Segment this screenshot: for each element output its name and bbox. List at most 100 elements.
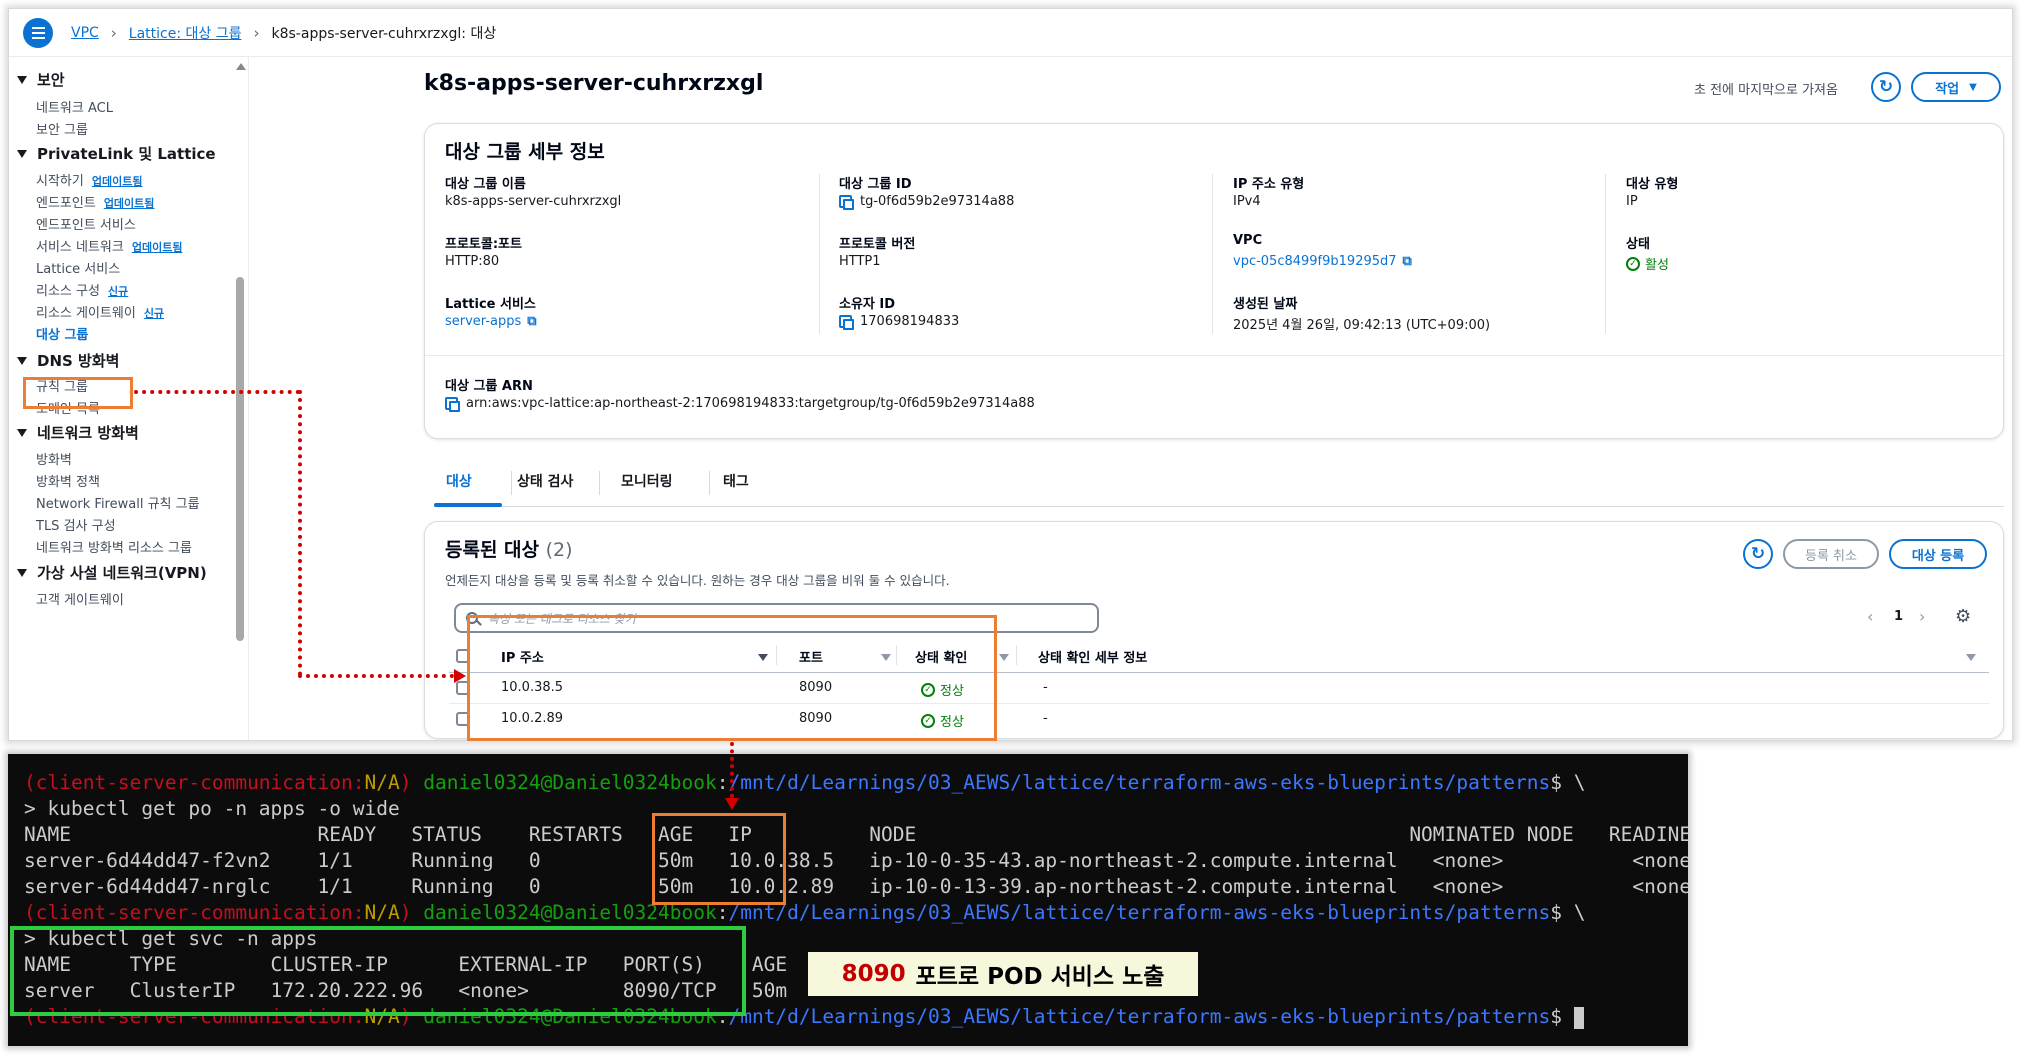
divider (819, 174, 820, 334)
vpc-link[interactable]: vpc-05c8499f9b19295d7 ⧉ (1233, 254, 1412, 269)
copy-icon[interactable] (839, 195, 854, 210)
connector-arrow (454, 669, 466, 683)
protocol-version-value: HTTP1 (839, 254, 881, 269)
sidebar-item-network-acl[interactable]: 네트워크 ACL (36, 97, 113, 116)
active-tab-indicator (434, 503, 502, 507)
sidebar-item-customer-gateways[interactable]: 고객 게이트웨이 (36, 589, 124, 608)
updated-badge: 업데이트됨 (131, 241, 183, 254)
highlight-service (10, 926, 746, 1016)
created-label: 생성된 날짜 (1233, 297, 1298, 312)
arn-label: 대상 그룹 ARN (445, 379, 533, 394)
tg-name-label: 대상 그룹 이름 (445, 177, 526, 192)
divider (425, 355, 2003, 356)
sidebar-item-resource-gateways[interactable]: 리소스 게이트웨이 신규 (36, 302, 164, 321)
sidebar-item-firewall-policies[interactable]: 방화벽 정책 (36, 471, 100, 490)
divider (1212, 174, 1213, 334)
protocol-version-label: 프로토콜 버전 (839, 237, 916, 252)
new-badge: 신규 (107, 285, 129, 298)
page-title: k8s-apps-server-cuhrxrzxgl (424, 71, 764, 96)
sidebar-item-nfw-rule-groups[interactable]: Network Firewall 규칙 그룹 (36, 493, 200, 512)
external-link-icon: ⧉ (1402, 254, 1412, 269)
sidebar-item-endpoint-services[interactable]: 엔드포인트 서비스 (36, 214, 136, 233)
divider (599, 471, 600, 495)
sidebar-item-security-groups[interactable]: 보안 그룹 (36, 119, 88, 138)
registered-targets-description: 언제든지 대상을 등록 및 등록 취소할 수 있습니다. 원하는 경우 대상 그… (445, 573, 950, 588)
aws-console-window: VPC › Lattice: 대상 그룹 › k8s-apps-server-c… (8, 8, 2013, 741)
divider (511, 471, 512, 495)
tab-targets[interactable]: 대상 (446, 471, 472, 491)
tab-health-checks[interactable]: 상태 검사 (517, 471, 573, 491)
registered-targets-title: 등록된 대상 (2) (445, 539, 573, 561)
target-type-label: 대상 유형 (1626, 177, 1679, 192)
terminal-output: server-6d44dd47-nrglc 1/1 Running 0 50m … (24, 875, 1688, 898)
protocol-port-value: HTTP:80 (445, 254, 500, 269)
details-title: 대상 그룹 세부 정보 (445, 141, 605, 163)
status-value: ✓ 활성 (1626, 254, 1669, 273)
next-page-icon[interactable]: › (1919, 607, 1925, 626)
sidebar-item-target-groups[interactable]: 대상 그룹 (36, 324, 88, 343)
breadcrumb-current: k8s-apps-server-cuhrxrzxgl: 대상 (271, 25, 497, 42)
sidebar-item-tls-inspection[interactable]: TLS 검사 구성 (36, 515, 116, 534)
external-link-icon: ⧉ (527, 314, 537, 329)
chevron-right-icon: › (253, 23, 260, 42)
sidebar-section-vpn[interactable]: 가상 사설 네트워크(VPN) (17, 562, 207, 583)
hamburger-menu-icon[interactable] (23, 17, 53, 48)
vpc-label: VPC (1233, 233, 1263, 248)
terminal-command: > kubectl get po -n apps -o wide (24, 797, 400, 820)
connector-line (298, 390, 302, 676)
lattice-service-link[interactable]: server-apps ⧉ (445, 314, 537, 329)
highlight-target-groups (23, 377, 133, 409)
arn-value: arn:aws:vpc-lattice:ap-northeast-2:17069… (445, 396, 1035, 412)
breadcrumb-vpc[interactable]: VPC (71, 25, 99, 41)
divider (709, 471, 710, 495)
deregister-button[interactable]: 등록 취소 (1783, 539, 1879, 569)
breadcrumb: VPC › Lattice: 대상 그룹 › k8s-apps-server-c… (9, 9, 2012, 57)
owner-id-value: 170698194833 (839, 314, 959, 330)
updated-badge: 업데이트됨 (103, 197, 155, 210)
sidebar-item-resource-configurations[interactable]: 리소스 구성 신규 (36, 280, 128, 299)
copy-icon[interactable] (839, 315, 854, 330)
sort-down-icon[interactable] (999, 654, 1009, 661)
sidebar-item-nfw-resource-groups[interactable]: 네트워크 방화벽 리소스 그룹 (36, 537, 192, 556)
sidebar-item-endpoints[interactable]: 엔드포인트 업데이트됨 (36, 192, 154, 211)
register-targets-button[interactable]: 대상 등록 (1889, 539, 1987, 569)
sidebar-item-firewalls[interactable]: 방화벽 (36, 449, 72, 468)
tab-monitoring[interactable]: 모니터링 (621, 471, 673, 491)
highlight-pod-ips (652, 813, 786, 905)
sidebar-section-network-firewall[interactable]: 네트워크 방화벽 (17, 422, 139, 443)
refresh-icon[interactable]: ↻ (1871, 72, 1901, 102)
tg-id-label: 대상 그룹 ID (839, 177, 912, 192)
previous-page-icon[interactable]: ‹ (1867, 607, 1873, 626)
sidebar-item-getting-started[interactable]: 시작하기 업데이트됨 (36, 170, 142, 189)
ip-type-label: IP 주소 유형 (1233, 177, 1305, 192)
target-group-details-card (424, 123, 2004, 439)
refresh-icon[interactable]: ↻ (1743, 539, 1773, 569)
terminal-cursor (1573, 1006, 1584, 1029)
owner-id-label: 소유자 ID (839, 297, 896, 312)
column-health-details[interactable]: 상태 확인 세부 정보 (1038, 647, 1147, 666)
copy-icon[interactable] (445, 397, 460, 412)
actions-button[interactable]: 작업 ▼ (1911, 72, 2001, 102)
connector-arrow (725, 798, 739, 810)
sidebar-section-security[interactable]: 보안 (17, 69, 65, 90)
created-value: 2025년 4월 26일, 09:42:13 (UTC+09:00) (1233, 318, 1491, 333)
target-type-value: IP (1626, 194, 1638, 209)
sidebar-scrollbar[interactable] (236, 63, 246, 740)
target-health-details: - (1043, 711, 1048, 726)
terminal-prompt: (client-server-communication:N/A) daniel… (24, 771, 1586, 794)
sidebar-item-lattice-services[interactable]: Lattice 서비스 (36, 258, 120, 277)
connector-line (298, 674, 454, 678)
terminal-prompt: (client-server-communication:N/A) daniel… (24, 901, 1586, 924)
sidebar-section-privatelink[interactable]: PrivateLink 및 Lattice (17, 143, 216, 164)
protocol-port-label: 프로토콜:포트 (445, 237, 522, 252)
sort-down-icon[interactable] (1966, 654, 1976, 661)
tab-tags[interactable]: 태그 (723, 471, 749, 491)
breadcrumb-lattice-target-groups[interactable]: Lattice: 대상 그룹 (129, 23, 242, 43)
sidebar-section-dns-firewall[interactable]: DNS 방화벽 (17, 350, 119, 371)
annotation-note: 8090 포트로 POD 서비스 노출 (808, 952, 1198, 996)
page-number[interactable]: 1 (1894, 609, 1903, 624)
settings-gear-icon[interactable]: ⚙ (1955, 606, 1971, 627)
terminal-output: NAME READY STATUS RESTARTS AGE IP NODE N… (24, 823, 1688, 846)
sidebar-item-service-networks[interactable]: 서비스 네트워크 업데이트됨 (36, 236, 182, 255)
tg-id-value: tg-0f6d59b2e97314a88 (839, 194, 1014, 210)
